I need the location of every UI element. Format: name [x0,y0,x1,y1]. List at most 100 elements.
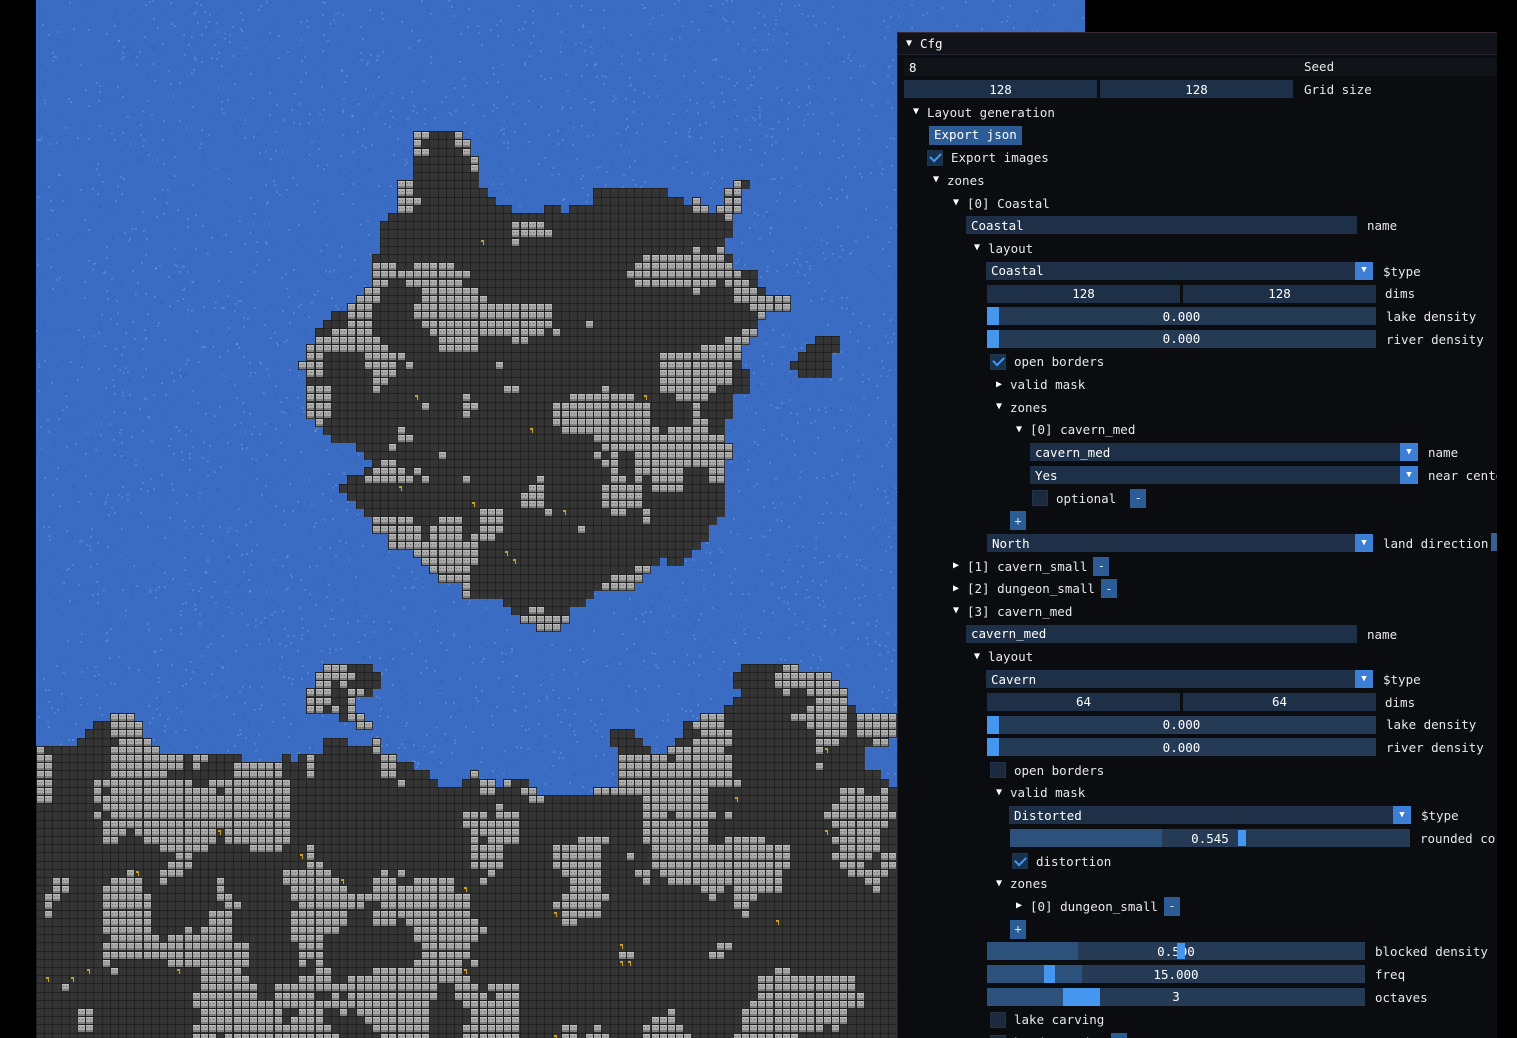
zone0-inner-zone-0-header: [0] cavern_med [1030,422,1136,438]
zone-1-remove-button[interactable]: - [1093,556,1110,576]
seed-label: Seed [1304,59,1335,74]
chevron-right-icon[interactable] [994,380,1004,390]
cfg-collapse-icon[interactable] [904,39,914,49]
zone3-dims-width-input[interactable]: 64 [987,692,1180,711]
chevron-down-icon[interactable] [994,402,1004,412]
cfg-panel-body: 8 Seed 128 128 Grid size Layout generati… [898,55,1497,1038]
row-zone0-open-borders: open borders [898,351,1497,374]
zone3-name-input[interactable]: cavern_med [966,624,1357,643]
zone0-dims-height-input[interactable]: 128 [1183,284,1376,303]
zone0-land-direction-select[interactable]: North [987,534,1373,553]
tree-layout-generation[interactable]: Layout generation [898,101,1497,124]
zone0-dims-width-input[interactable]: 128 [987,284,1180,303]
chevron-right-icon[interactable] [951,584,961,594]
zone3-lake-carving-checkbox[interactable] [990,1011,1006,1028]
chevron-down-icon[interactable] [1355,670,1373,689]
tree-zone3-inner-zones[interactable]: zones [898,872,1497,895]
zone3-border-mode-remove-button[interactable]: - [1110,1033,1127,1038]
chevron-down-icon[interactable] [1400,466,1418,484]
zone0-river-density-slider[interactable]: 0.000 [987,329,1376,348]
export-json-button[interactable]: Export json [929,125,1022,145]
seed-input[interactable]: 8 [904,58,1497,76]
zone0-lake-density-slider[interactable]: 0.000 [987,307,1376,326]
zone3-freq-slider[interactable]: 15.000 [987,965,1365,984]
chevron-down-icon[interactable] [994,788,1004,798]
row-zone0-add: + [898,509,1497,532]
chevron-right-icon[interactable] [1014,901,1024,911]
zone3-add-button[interactable]: + [1010,919,1026,939]
zone3-inner-zone-0-remove-button[interactable]: - [1163,896,1180,916]
zone0-open-borders-checkbox[interactable] [990,353,1006,370]
tree-zone0-layout[interactable]: layout [898,237,1497,260]
zone0-type-select[interactable]: Coastal [986,261,1373,280]
tree-zone0-valid-mask[interactable]: valid mask [898,373,1497,396]
chevron-down-icon[interactable] [911,107,921,117]
inner-zone0-optional-checkbox[interactable] [1032,490,1048,507]
chevron-down-icon[interactable] [1355,261,1373,280]
tree-zone3-valid-mask[interactable]: valid mask [898,782,1497,805]
zone3-octaves-label: octaves [1375,989,1428,1005]
zone3-dims-height-input[interactable]: 64 [1183,692,1376,711]
zone3-lake-density-slider[interactable]: 0.000 [987,715,1376,734]
zone0-name-label: name [1367,218,1398,234]
zone3-mask-type-select[interactable]: Distorted [1009,806,1411,825]
zone-2-remove-button[interactable]: - [1100,579,1117,599]
tree-zone0-inner-zones[interactable]: zones [898,396,1497,419]
cfg-panel-header[interactable]: Cfg [898,33,1497,55]
row-export-images: Export images [898,146,1497,169]
zone3-border-mode-checkbox[interactable] [990,1034,1006,1038]
chevron-down-icon[interactable] [994,879,1004,889]
zone0-lake-density-label: lake density [1386,309,1477,325]
zone0-river-density-label: river density [1386,331,1484,347]
chevron-down-icon[interactable] [931,175,941,185]
tree-zones[interactable]: zones [898,169,1497,192]
tree-zone3-layout[interactable]: layout [898,646,1497,669]
chevron-down-icon[interactable] [1400,443,1418,462]
tree-zone-2[interactable]: [2] dungeon_small - [898,577,1497,600]
row-zone3-dims: 64 64 dims [898,691,1497,714]
zone3-name-label: name [1367,626,1398,642]
chevron-down-icon[interactable] [951,606,961,616]
inner-zone0-near-center-label: near cente [1428,467,1497,483]
zone3-river-density-slider[interactable]: 0.000 [987,738,1376,757]
grid-size-label: Grid size [1304,82,1372,97]
tree-zone0-inner-zone-0[interactable]: [0] cavern_med [898,419,1497,442]
chevron-down-icon[interactable] [951,198,961,208]
row-zone3-open-borders: open borders [898,759,1497,782]
row-zone3-type: Cavern $type [898,668,1497,691]
zone3-rounded-corners-slider[interactable]: 0.545 [1010,829,1410,847]
row-zone3-blocked-density: 0.500 blocked density [898,940,1497,963]
chevron-down-icon[interactable] [972,652,982,662]
chevron-down-icon[interactable] [972,243,982,253]
text-cursor [1238,830,1246,846]
tree-zone-0[interactable]: [0] Coastal [898,192,1497,215]
panel-scrollbar-thumb[interactable] [1491,533,1497,552]
tree-zone-3[interactable]: [3] cavern_med [898,600,1497,623]
row-zone3-lake-density: 0.000 lake density [898,714,1497,737]
zone0-add-button[interactable]: + [1010,511,1026,531]
grid-size-height-input[interactable]: 128 [1100,80,1293,98]
layout-generation-label: Layout generation [927,104,1055,120]
chevron-right-icon[interactable] [951,561,961,571]
inner-zone0-name-select[interactable]: cavern_med [1030,443,1418,462]
tree-zone3-inner-zone-0[interactable]: [0] dungeon_small - [898,895,1497,918]
inner-zone0-remove-button[interactable]: - [1130,488,1147,508]
row-inner-zone0-optional: optional - [898,487,1497,510]
chevron-down-icon[interactable] [1393,806,1411,825]
inner-zone0-near-center-select[interactable]: Yes [1030,466,1418,484]
row-zone3-octaves: 3 octaves [898,986,1497,1009]
grid-size-width-input[interactable]: 128 [904,80,1097,98]
row-zone3-rounded-corners: 0.545 rounded corne [898,827,1497,850]
export-images-checkbox[interactable] [927,149,943,166]
zone3-octaves-slider[interactable]: 3 [987,987,1365,1006]
zone3-distortion-checkbox[interactable] [1012,853,1028,870]
zone3-open-borders-checkbox[interactable] [990,762,1006,779]
chevron-down-icon[interactable] [1014,425,1024,435]
zone0-type-label: $type [1383,263,1421,279]
chevron-down-icon[interactable] [1355,534,1373,553]
tree-zone-1[interactable]: [1] cavern_small - [898,555,1497,578]
zone3-type-select[interactable]: Cavern [986,670,1373,689]
zone0-name-input[interactable]: Coastal [966,216,1357,235]
row-zone3-add: + [898,918,1497,941]
zone3-blocked-density-slider[interactable]: 0.500 [987,942,1365,961]
